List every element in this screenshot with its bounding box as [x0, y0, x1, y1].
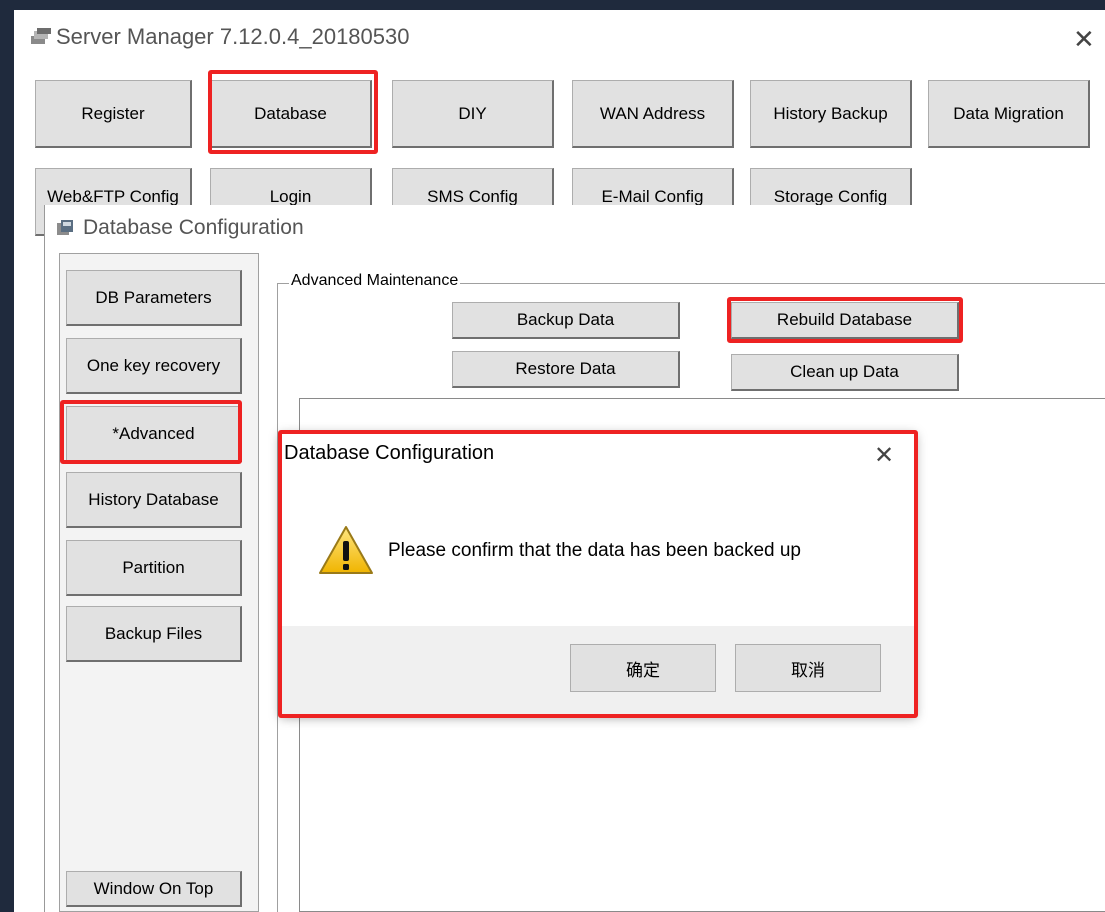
sidebar-item-partition[interactable]: Partition	[66, 540, 242, 596]
db-config-sidebar: DB Parameters One key recovery *Advanced…	[59, 253, 259, 912]
db-config-title: Database Configuration	[83, 216, 304, 239]
sidebar-item-one-key-recovery[interactable]: One key recovery	[66, 338, 242, 394]
sidebar-item-db-parameters[interactable]: DB Parameters	[66, 270, 242, 326]
dialog-title: Database Configuration	[284, 442, 495, 464]
advanced-maintenance-label: Advanced Maintenance	[289, 272, 461, 290]
ok-button[interactable]: 确定	[570, 644, 716, 692]
confirm-dialog: Database Configuration ✕ Please confirm …	[280, 432, 916, 716]
diy-button[interactable]: DIY	[392, 80, 554, 148]
dialog-message: Please confirm that the data has been ba…	[388, 540, 801, 561]
dialog-close-icon[interactable]: ✕	[874, 444, 894, 468]
rebuild-database-button[interactable]: Rebuild Database	[731, 302, 959, 339]
register-button[interactable]: Register	[35, 80, 192, 148]
sidebar-item-advanced[interactable]: *Advanced	[66, 406, 242, 462]
sidebar-item-history-database[interactable]: History Database	[66, 472, 242, 528]
data-migration-button[interactable]: Data Migration	[928, 80, 1090, 148]
close-icon[interactable]: ✕	[1073, 26, 1095, 52]
app-icon	[30, 28, 52, 46]
cancel-button[interactable]: 取消	[735, 644, 881, 692]
window-on-top-button[interactable]: Window On Top	[66, 871, 242, 907]
server-manager-titlebar[interactable]: Server Manager 7.12.0.4_20180530 ✕	[14, 10, 1105, 66]
restore-data-button[interactable]: Restore Data	[452, 351, 680, 388]
history-backup-button[interactable]: History Backup	[750, 80, 912, 148]
server-manager-title: Server Manager 7.12.0.4_20180530	[56, 24, 410, 49]
backup-data-button[interactable]: Backup Data	[452, 302, 680, 339]
clean-up-data-button[interactable]: Clean up Data	[731, 354, 959, 391]
database-button[interactable]: Database	[210, 80, 372, 148]
wan-address-button[interactable]: WAN Address	[572, 80, 734, 148]
sidebar-item-backup-files[interactable]: Backup Files	[66, 606, 242, 662]
warning-icon	[317, 524, 375, 576]
dialog-button-bar: 确定 取消	[280, 626, 916, 716]
db-config-icon	[55, 219, 75, 239]
